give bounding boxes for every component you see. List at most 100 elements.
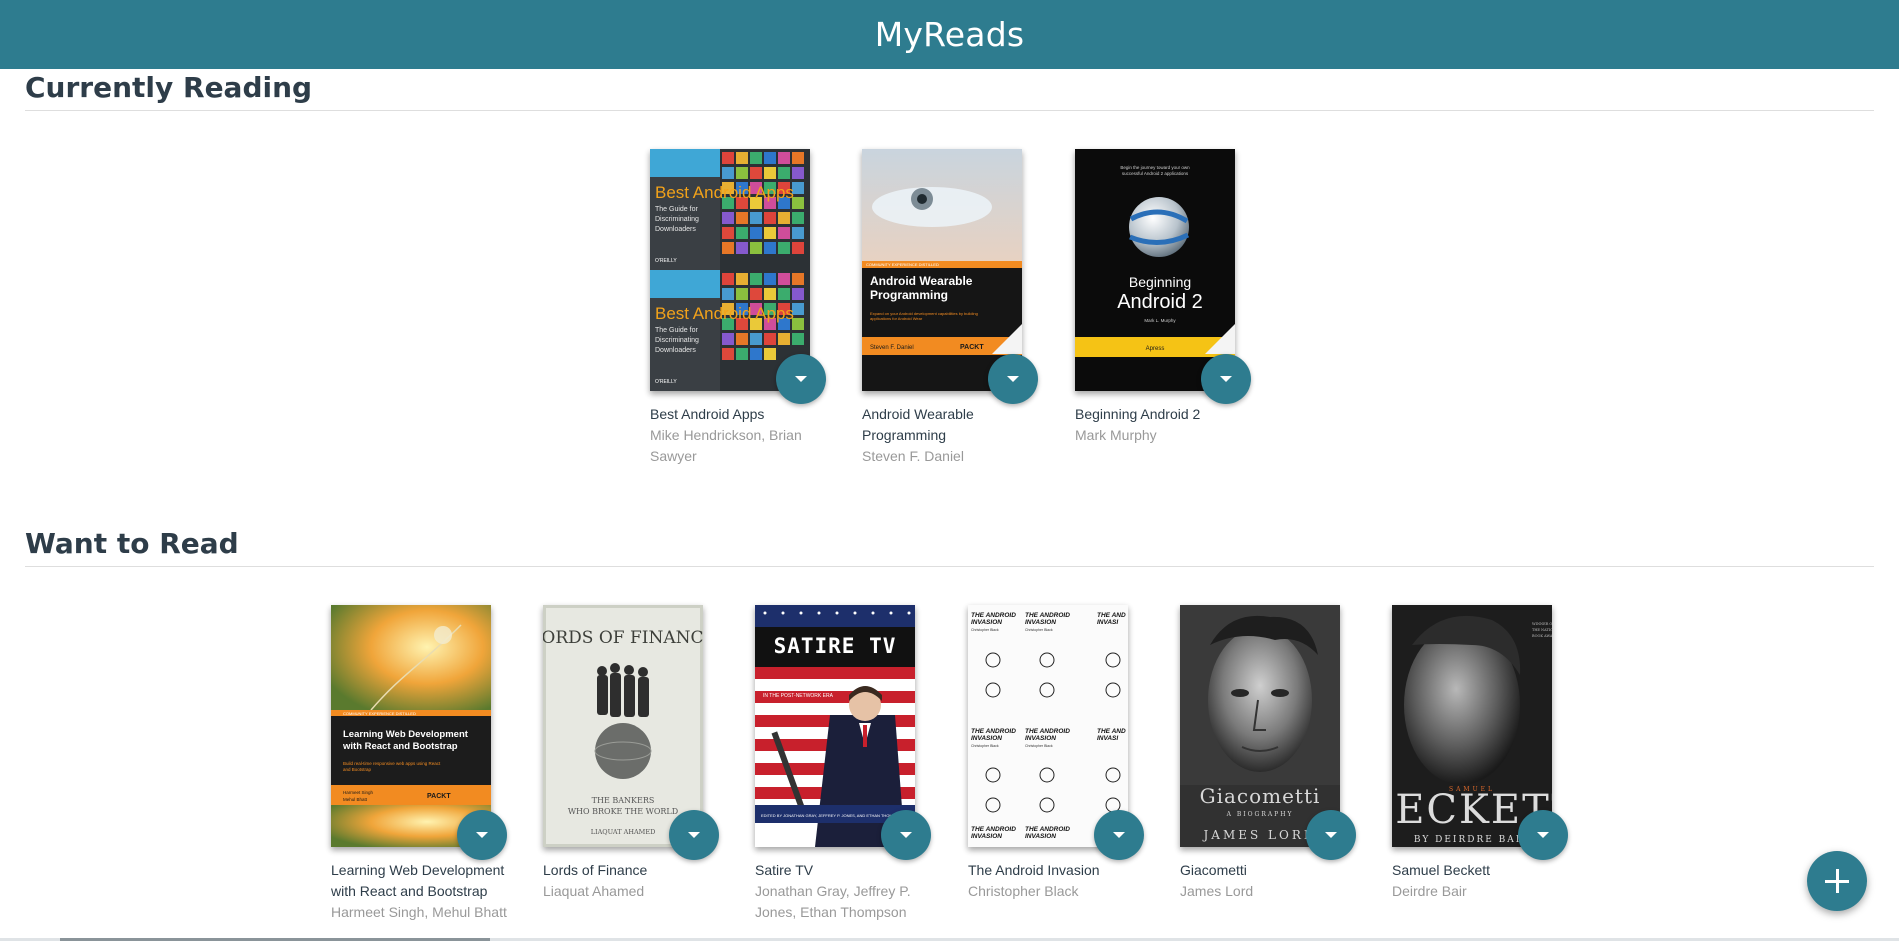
svg-text:Christopher Black: Christopher Black xyxy=(1025,744,1053,748)
svg-text:Downloaders: Downloaders xyxy=(655,347,696,354)
svg-text:Best Android Apps: Best Android Apps xyxy=(655,304,794,323)
book-authors: Liaquat Ahamed xyxy=(543,883,645,899)
svg-text:INVASION: INVASION xyxy=(971,833,1002,840)
svg-text:POLITICS AND COMEDY: POLITICS AND COMEDY xyxy=(763,685,821,691)
book-title: Giacometti xyxy=(1180,862,1247,878)
book-title: Samuel Beckett xyxy=(1392,862,1491,878)
svg-text:Downloaders: Downloaders xyxy=(655,226,696,233)
shelf-changer-button[interactable] xyxy=(457,810,507,860)
shelf-title: Want to Read xyxy=(25,528,1874,567)
svg-text:IN THE POST-NETWORK ERA: IN THE POST-NETWORK ERA xyxy=(763,693,834,699)
book-title: The Android Invasion xyxy=(968,862,1100,878)
shelf-changer-button[interactable] xyxy=(1201,354,1251,404)
app-title: MyReads xyxy=(874,15,1025,54)
svg-text:O'REILLY: O'REILLY xyxy=(655,379,677,385)
shelf-changer-button[interactable] xyxy=(988,354,1038,404)
book-cover[interactable]: Begin the journey toward your own succes… xyxy=(1075,149,1235,391)
svg-text:Learning Web Development: Learning Web Development xyxy=(343,729,469,740)
svg-text:INVASION: INVASION xyxy=(1025,619,1056,626)
book-authors: Steven F. Daniel xyxy=(862,448,964,464)
book-cover[interactable]: Best Android Apps Best Android Apps The … xyxy=(650,149,810,391)
add-book-button[interactable] xyxy=(1807,851,1867,911)
app-header: MyReads xyxy=(0,0,1899,69)
caret-down-icon xyxy=(688,832,700,838)
svg-text:THE AND: THE AND xyxy=(1097,728,1126,735)
book-cover[interactable]: COMMUNITY EXPERIENCE DISTILLED Learning … xyxy=(331,605,491,847)
svg-text:SATIRE TV: SATIRE TV xyxy=(774,634,897,658)
svg-text:INVASI: INVASI xyxy=(1097,735,1118,742)
svg-text:EDITED BY JONATHAN GRAY, JEFFR: EDITED BY JONATHAN GRAY, JEFFREY P. JONE… xyxy=(761,813,904,818)
shelf-changer-button[interactable] xyxy=(669,810,719,860)
svg-text:The Guide for: The Guide for xyxy=(655,327,698,334)
book-cover[interactable]: THE ANDROID INVASION THE ANDROID INVASION … xyxy=(968,605,1128,847)
svg-text:successful Android 2 applicati: successful Android 2 applications xyxy=(1122,171,1189,176)
svg-text:INVASION: INVASION xyxy=(971,735,1002,742)
svg-text:THE NATIONAL: THE NATIONAL xyxy=(1532,628,1552,632)
svg-text:Steven F. Daniel: Steven F. Daniel xyxy=(870,345,914,351)
book-authors: Deirdre Bair xyxy=(1392,883,1467,899)
svg-text:Discriminating: Discriminating xyxy=(655,337,699,344)
svg-text:Mark L. Murphy: Mark L. Murphy xyxy=(1144,318,1176,323)
svg-text:PACKT: PACKT xyxy=(427,793,451,800)
shelf-changer-button[interactable] xyxy=(1094,810,1144,860)
svg-text:LORDS OF FINANCE: LORDS OF FINANCE xyxy=(543,628,703,648)
caret-down-icon xyxy=(1007,376,1019,382)
svg-text:THE AND: THE AND xyxy=(1097,612,1126,619)
caret-down-icon xyxy=(1325,832,1337,838)
svg-text:with React and Bootstrap: with React and Bootstrap xyxy=(342,741,458,752)
svg-text:and Bootstrap: and Bootstrap xyxy=(343,767,372,772)
caret-down-icon xyxy=(1537,832,1549,838)
svg-text:THE ANDROID: THE ANDROID xyxy=(1025,612,1070,619)
svg-text:Programming: Programming xyxy=(870,288,948,302)
svg-text:Build real-time responsive web: Build real-time responsive web apps usin… xyxy=(343,761,441,766)
svg-text:Christopher Black: Christopher Black xyxy=(971,628,999,632)
caret-down-icon xyxy=(1113,832,1125,838)
svg-text:Christopher Black: Christopher Black xyxy=(1025,628,1053,632)
caret-down-icon xyxy=(795,376,807,382)
svg-text:Giacometti: Giacometti xyxy=(1200,784,1321,808)
book-cover[interactable]: COMMUNITY EXPERIENCE DISTILLED Android W… xyxy=(862,149,1022,391)
svg-text:O'REILLY: O'REILLY xyxy=(655,258,677,264)
svg-text:WINNER OF: WINNER OF xyxy=(1532,622,1552,626)
shelf-changer-button[interactable] xyxy=(881,810,931,860)
svg-text:Mehul Bhatt: Mehul Bhatt xyxy=(343,797,368,802)
svg-text:PACKT: PACKT xyxy=(960,344,984,351)
shelf-changer-button[interactable] xyxy=(1518,810,1568,860)
svg-text:INVASI: INVASI xyxy=(1097,619,1118,626)
svg-text:LIAQUAT AHAMED: LIAQUAT AHAMED xyxy=(591,828,656,836)
book-title: Android Wearable Programming xyxy=(862,406,974,443)
svg-text:THE BANKERS: THE BANKERS xyxy=(592,796,655,805)
book-title: Best Android Apps xyxy=(650,406,765,422)
svg-text:COMMUNITY EXPERIENCE DISTILLED: COMMUNITY EXPERIENCE DISTILLED xyxy=(866,262,939,267)
svg-text:BY DEIRDRE BAIR: BY DEIRDRE BAIR xyxy=(1414,835,1530,845)
shelf-changer-button[interactable] xyxy=(1306,810,1356,860)
book-title: Beginning Android 2 xyxy=(1075,406,1201,422)
svg-text:THE ANDROID: THE ANDROID xyxy=(1025,826,1070,833)
svg-text:BOOK AWARD: BOOK AWARD xyxy=(1532,634,1552,638)
svg-text:JAMES LORD: JAMES LORD xyxy=(1201,828,1316,842)
book-authors: Mark Murphy xyxy=(1075,427,1157,443)
book-title: Learning Web Development with React and … xyxy=(331,862,505,899)
book-cover[interactable]: LORDS OF FINANCE THE BANKERS WHO BROKE T… xyxy=(543,605,703,847)
svg-text:INVASION: INVASION xyxy=(1025,735,1056,742)
svg-text:WHO BROKE THE WORLD: WHO BROKE THE WORLD xyxy=(568,807,678,816)
svg-text:Best Android Apps: Best Android Apps xyxy=(655,183,794,202)
book-title: Lords of Finance xyxy=(543,862,648,878)
svg-text:INVASION: INVASION xyxy=(1025,833,1056,840)
shelf-currently-reading: Currently Reading Best Android Apps Best… xyxy=(25,72,1874,491)
shelf-changer-button[interactable] xyxy=(776,354,826,404)
book-cover[interactable]: Giacometti A BIOGRAPHY JAMES LORD xyxy=(1180,605,1340,847)
caret-down-icon xyxy=(476,832,488,838)
svg-text:THE ANDROID: THE ANDROID xyxy=(971,826,1016,833)
svg-text:COMMUNITY EXPERIENCE DISTILLED: COMMUNITY EXPERIENCE DISTILLED xyxy=(343,711,416,716)
svg-text:Harmeet Singh: Harmeet Singh xyxy=(343,790,374,795)
book-authors: Jonathan Gray, Jeffrey P. Jones, Ethan T… xyxy=(755,883,911,920)
svg-text:THE ANDROID: THE ANDROID xyxy=(971,728,1016,735)
svg-text:THE ANDROID: THE ANDROID xyxy=(971,612,1016,619)
svg-text:Begin the journey toward your: Begin the journey toward your own xyxy=(1120,165,1190,170)
book-cover[interactable]: SATIRE TV POLITICS AND COMEDY IN THE POS… xyxy=(755,605,915,847)
caret-down-icon xyxy=(900,832,912,838)
svg-text:Android 2: Android 2 xyxy=(1117,291,1203,313)
book-cover[interactable]: WINNER OF THE NATIONAL BOOK AWARD BECKET… xyxy=(1392,605,1552,847)
caret-down-icon xyxy=(1220,376,1232,382)
